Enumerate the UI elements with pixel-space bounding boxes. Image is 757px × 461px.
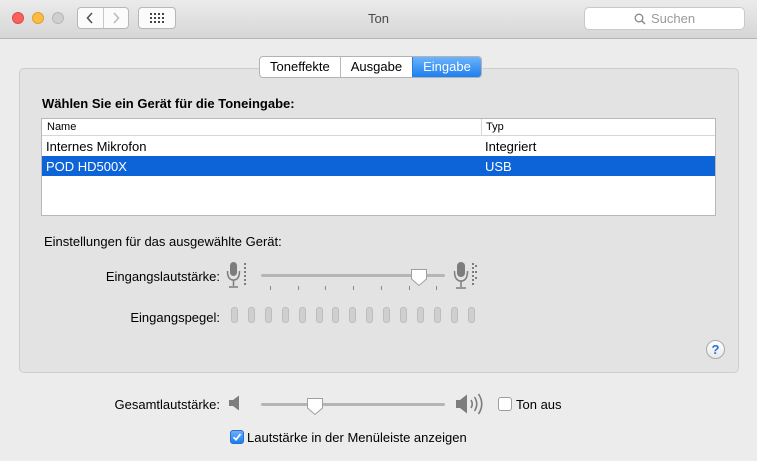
search-placeholder: Suchen	[650, 11, 696, 26]
tab-ausgabe[interactable]: Ausgabe	[339, 57, 412, 77]
table-row[interactable]: Internes Mikrofon Integriert	[42, 136, 715, 156]
speaker-low-icon	[229, 395, 239, 411]
level-segment	[247, 307, 255, 323]
menubar-checkbox[interactable]	[230, 430, 244, 444]
device-table: Name Typ Internes Mikrofon Integriert PO…	[41, 118, 716, 216]
level-segment	[467, 307, 475, 323]
level-segment	[264, 307, 272, 323]
input-volume-label: Eingangslautstärke:	[105, 269, 220, 284]
slider-tick	[353, 286, 355, 290]
tab-eingabe[interactable]: Eingabe	[412, 57, 481, 77]
table-row[interactable]: POD HD500X USB	[42, 156, 715, 176]
output-volume-label: Gesamtlautstärke:	[114, 397, 221, 412]
level-segment	[400, 307, 407, 323]
checkmark-icon	[232, 433, 242, 442]
slider-tick	[436, 286, 438, 290]
tab-bar: Toneffekte Ausgabe Eingabe	[259, 56, 482, 78]
microphone-high-icon	[453, 262, 477, 289]
level-segment	[281, 307, 289, 323]
speaker-high-icon	[456, 393, 483, 415]
device-list-heading: Wählen Sie ein Gerät für die Toneingabe:	[42, 96, 295, 111]
slider-thumb[interactable]	[306, 397, 324, 416]
level-segment	[416, 307, 424, 323]
device-name: POD HD500X	[46, 159, 127, 174]
device-type: Integriert	[485, 139, 537, 154]
level-segment	[231, 307, 238, 323]
titlebar: Ton Suchen	[0, 0, 757, 39]
slider-track	[261, 403, 445, 406]
tab-toneffekte[interactable]: Toneffekte	[260, 57, 340, 77]
slider-tick	[325, 286, 327, 290]
input-level-meter	[231, 307, 481, 325]
level-segment	[332, 307, 340, 323]
slider-tick	[380, 286, 382, 290]
level-segment	[383, 307, 391, 323]
help-button[interactable]: ?	[706, 340, 725, 359]
level-segment	[433, 307, 441, 323]
slider-thumb[interactable]	[410, 268, 428, 287]
column-header-type[interactable]: Typ	[481, 119, 504, 135]
table-header: Name Typ	[42, 119, 715, 136]
column-header-name[interactable]: Name	[47, 121, 76, 133]
menubar-label[interactable]: Lautstärke in der Menüleiste anzeigen	[247, 430, 467, 445]
level-segment	[349, 307, 357, 323]
level-segment	[366, 307, 374, 323]
slider-tick	[408, 286, 410, 290]
input-level-label: Eingangspegel:	[130, 310, 220, 325]
settings-heading: Einstellungen für das ausgewählte Gerät:	[44, 234, 282, 249]
output-volume-slider[interactable]	[261, 397, 445, 423]
device-type: USB	[485, 159, 512, 174]
mute-label[interactable]: Ton aus	[516, 397, 562, 412]
search-field[interactable]: Suchen	[584, 7, 745, 30]
slider-tick	[270, 286, 271, 290]
input-panel	[19, 68, 739, 373]
device-name: Internes Mikrofon	[46, 139, 147, 154]
level-segment	[315, 307, 323, 323]
input-volume-slider[interactable]	[261, 268, 445, 294]
mute-checkbox[interactable]	[498, 397, 512, 411]
microphone-low-icon	[226, 262, 246, 288]
level-segment	[450, 307, 458, 323]
search-icon	[634, 13, 646, 25]
help-icon: ?	[711, 342, 720, 357]
level-segment	[298, 307, 306, 323]
slider-tick	[297, 286, 299, 290]
